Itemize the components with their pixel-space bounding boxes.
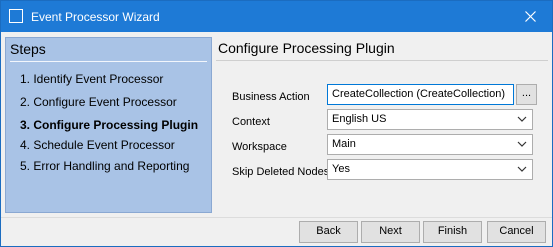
steps-panel: Steps 1. Identify Event Processor 2. Con…	[5, 37, 212, 213]
event-processor-wizard-window: Event Processor Wizard Steps 1. Identify…	[0, 0, 553, 247]
context-value: English US	[332, 113, 387, 125]
window-icon	[9, 9, 23, 23]
back-button[interactable]: Back	[299, 221, 358, 243]
skip-deleted-nodes-value: Yes	[332, 163, 350, 175]
close-button[interactable]	[508, 1, 552, 32]
chevron-down-icon	[517, 116, 527, 122]
business-action-label: Business Action	[232, 91, 310, 103]
cancel-button[interactable]: Cancel	[487, 221, 546, 243]
main-panel: Configure Processing Plugin Business Act…	[216, 37, 548, 213]
workspace-select[interactable]: Main	[327, 134, 533, 155]
skip-deleted-nodes-label: Skip Deleted Nodes	[232, 166, 330, 178]
page-title: Configure Processing Plugin	[218, 40, 395, 56]
next-button[interactable]: Next	[361, 221, 420, 243]
steps-title: Steps	[10, 41, 46, 57]
context-select[interactable]: English US	[327, 109, 533, 130]
step-error-handling-and-reporting: 5. Error Handling and Reporting	[20, 159, 190, 173]
workspace-label: Workspace	[232, 141, 287, 153]
step-configure-event-processor: 2. Configure Event Processor	[20, 95, 177, 109]
close-icon	[524, 11, 536, 22]
step-configure-processing-plugin: 3. Configure Processing Plugin	[20, 118, 199, 132]
business-action-browse-button[interactable]: ...	[516, 84, 537, 105]
workspace-value: Main	[332, 138, 356, 150]
window-title: Event Processor Wizard	[31, 10, 160, 24]
finish-button[interactable]: Finish	[423, 221, 482, 243]
chevron-down-icon	[517, 166, 527, 172]
footer-divider	[1, 217, 552, 218]
steps-divider	[10, 61, 207, 62]
skip-deleted-nodes-select[interactable]: Yes	[327, 159, 533, 180]
title-divider	[216, 60, 548, 61]
chevron-down-icon	[517, 141, 527, 147]
business-action-field[interactable]: CreateCollection (CreateCollection)	[327, 84, 514, 105]
step-identify-event-processor: 1. Identify Event Processor	[20, 72, 164, 86]
context-label: Context	[232, 116, 270, 128]
step-schedule-event-processor: 4. Schedule Event Processor	[20, 138, 175, 152]
title-bar: Event Processor Wizard	[1, 1, 552, 32]
